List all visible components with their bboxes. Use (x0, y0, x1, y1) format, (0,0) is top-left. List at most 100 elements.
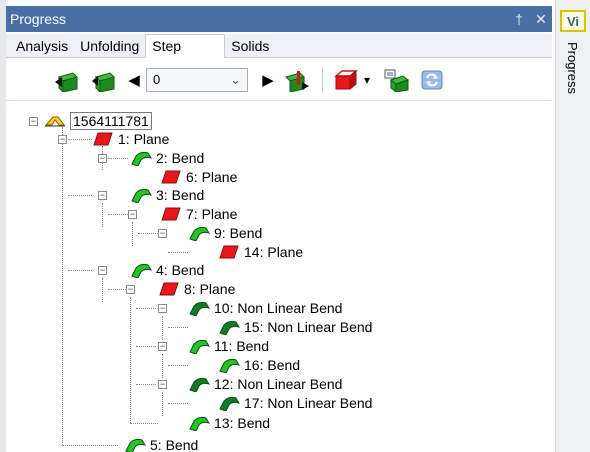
refresh-icon (421, 70, 443, 89)
red-cube-icon (334, 69, 358, 90)
plane-icon (160, 206, 182, 222)
expander-root[interactable]: − (29, 117, 38, 126)
last-step-button[interactable] (284, 67, 310, 93)
tree-node-label: 9: Bend (214, 225, 263, 241)
step-select-value: 0 (153, 72, 161, 87)
plane-icon (218, 244, 240, 260)
tree-node[interactable]: 14: Plane (218, 243, 303, 261)
expander-node-8[interactable]: − (126, 285, 135, 294)
solid-display-dropdown[interactable]: ▾ (361, 67, 373, 93)
refresh-button[interactable] (419, 67, 445, 93)
tree-connector (62, 127, 63, 445)
first-step-icon (55, 71, 78, 92)
expander-node-3[interactable]: − (98, 191, 107, 200)
tree-connector (102, 278, 103, 302)
pin-icon[interactable]: † (508, 11, 530, 27)
next-step-button[interactable]: ▶ (260, 67, 276, 93)
step-select[interactable]: 0 ⌄ (146, 67, 248, 92)
nonlinear-bend-icon (218, 319, 240, 335)
tree-node[interactable]: 11: Bend (188, 337, 269, 355)
tree-node[interactable]: 2: Bend (130, 149, 204, 167)
tree-connector (162, 316, 163, 340)
tree-connector (132, 222, 133, 246)
chevron-down-icon: ⌄ (230, 71, 241, 87)
tree-root[interactable]: 1564111781 (44, 112, 152, 130)
expander-node-12[interactable]: − (158, 380, 167, 389)
tree-connector (108, 158, 128, 159)
progress-panel: Progress † ✕ Analysis Unfolding Step Sol… (6, 6, 552, 452)
export-solid-button[interactable] (383, 67, 409, 93)
tree-connector (168, 403, 188, 404)
vi-tab[interactable]: Vi (560, 10, 586, 32)
tree-connector (102, 203, 103, 227)
progress-tree: − − − − − − − − − − − 1564111781 1: Plan… (6, 102, 552, 452)
tree-node[interactable]: 15: Non Linear Bend (218, 318, 372, 336)
solid-display-button[interactable] (333, 67, 359, 93)
tree-node[interactable]: 5: Bend (124, 436, 198, 452)
tree-node-label: 13: Bend (214, 415, 271, 431)
tab-step[interactable]: Step (145, 34, 226, 58)
plane-icon (92, 131, 114, 147)
tree-node-label: 6: Plane (186, 169, 238, 185)
expander-node-11[interactable]: − (158, 342, 167, 351)
tree-node[interactable]: 6: Plane (160, 168, 237, 186)
tab-analysis[interactable]: Analysis (10, 35, 74, 57)
tree-node[interactable]: 13: Bend (188, 414, 270, 432)
previous-solid-icon (92, 71, 115, 92)
bend-icon (188, 225, 210, 241)
bend-icon (130, 187, 152, 203)
expander-node-10[interactable]: − (158, 304, 167, 313)
tree-node[interactable]: 3: Bend (130, 186, 204, 204)
tree-connector (130, 297, 131, 423)
expander-node-9[interactable]: − (158, 229, 167, 238)
tree-node-label: 7: Plane (186, 206, 238, 222)
expander-node-7[interactable]: − (128, 210, 137, 219)
tree-node[interactable]: 7: Plane (160, 205, 237, 223)
tree-node[interactable]: 8: Plane (158, 280, 235, 298)
tree-node[interactable]: 17: Non Linear Bend (218, 394, 372, 412)
tree-node-label: 15: Non Linear Bend (244, 319, 373, 335)
previous-solid-button[interactable] (90, 67, 116, 93)
tree-connector (136, 346, 156, 347)
tree-connector (136, 308, 156, 309)
tree-node-label: 5: Bend (150, 437, 199, 452)
tab-strip: Analysis Unfolding Step Solids (6, 34, 552, 58)
prev-step-button[interactable]: ◀ (126, 67, 142, 93)
tree-connector (62, 445, 118, 446)
tab-unfolding[interactable]: Unfolding (74, 35, 145, 57)
bend-icon (188, 415, 210, 431)
tree-node-label: 4: Bend (156, 262, 205, 278)
last-step-icon (285, 70, 309, 92)
expander-node-4[interactable]: − (98, 266, 107, 275)
tree-node[interactable]: 9: Bend (188, 224, 262, 242)
tree-connector (168, 252, 188, 253)
tree-node-label: 10: Non Linear Bend (214, 300, 343, 316)
tree-connector (68, 139, 92, 140)
tree-node-label: 17: Non Linear Bend (244, 395, 373, 411)
export-solid-icon (384, 69, 409, 92)
tree-connector (168, 327, 188, 328)
tree-node-label: 12: Non Linear Bend (214, 376, 343, 392)
close-icon[interactable]: ✕ (530, 11, 552, 28)
nonlinear-bend-icon (188, 376, 210, 392)
progress-side-tab[interactable]: Progress (565, 42, 580, 94)
tree-connector (108, 289, 128, 290)
tree-node[interactable]: 1: Plane (92, 130, 169, 148)
tree-node-label: 8: Plane (184, 281, 236, 297)
step-toolbar: ◀ 0 ⌄ ▶ ▾ (6, 59, 552, 101)
tree-node[interactable]: 12: Non Linear Bend (188, 375, 342, 393)
tree-connector (162, 392, 163, 416)
tree-node[interactable]: 4: Bend (130, 261, 204, 279)
tree-node[interactable]: 10: Non Linear Bend (188, 299, 342, 317)
tree-connector (162, 354, 163, 378)
expander-node-2[interactable]: − (98, 154, 107, 163)
tree-node[interactable]: 16: Bend (218, 356, 300, 374)
tree-node-label: 11: Bend (214, 338, 270, 354)
expander-node-1[interactable]: − (58, 135, 67, 144)
tree-node-label: 3: Bend (156, 187, 205, 203)
tab-solids[interactable]: Solids (225, 35, 299, 57)
bend-icon (124, 437, 146, 452)
panel-title-bar: Progress † ✕ (6, 6, 552, 32)
first-step-button[interactable] (54, 67, 80, 93)
tree-connector (68, 195, 92, 196)
